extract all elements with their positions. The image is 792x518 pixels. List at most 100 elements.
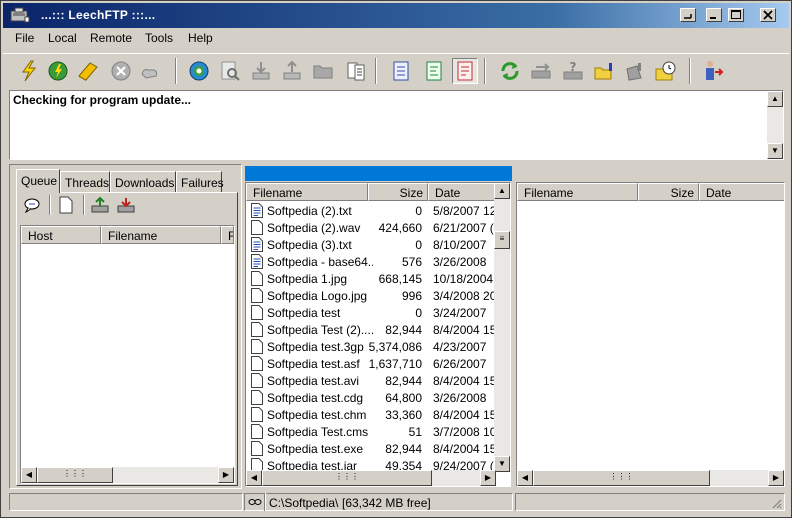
column-header-f[interactable]: F [221, 226, 234, 244]
file-row[interactable]: Softpedia Test.cms 51 3/7/2008 10 [246, 423, 496, 440]
exit-button[interactable] [700, 58, 726, 84]
scroll-thumb[interactable]: ≡ [494, 231, 510, 249]
scroll-up-arrow[interactable]: ▲ [494, 183, 510, 199]
tab-downloads[interactable]: Downloads [110, 171, 176, 193]
binary-mode-button[interactable] [388, 58, 414, 84]
scroll-left-arrow[interactable]: ◀ [21, 467, 37, 483]
scroll-down-arrow[interactable]: ▼ [767, 143, 783, 159]
scroll-down-arrow[interactable]: ▼ [494, 456, 510, 472]
scroll-right-arrow[interactable]: ▶ [480, 470, 496, 486]
log-panel[interactable]: Checking for program update... ▲ ▼ [9, 90, 784, 160]
transfer-button[interactable] [529, 58, 555, 84]
file-row[interactable]: Softpedia (3).txt 0 8/10/2007 [246, 236, 496, 253]
refresh-button[interactable] [186, 58, 212, 84]
remote-file-list[interactable]: Filename Size Date ◀ ⋮⋮⋮ ▶ [516, 182, 785, 487]
file-size: 0 [415, 238, 422, 252]
file-icon [251, 356, 263, 371]
tab-threads[interactable]: Threads [60, 171, 110, 193]
help-context-button[interactable] [680, 8, 696, 22]
sync-button[interactable] [497, 58, 523, 84]
log-scrollbar[interactable]: ▲ ▼ [767, 91, 783, 159]
file-row[interactable]: Softpedia test.asf 1,637,710 6/26/2007 [246, 355, 496, 372]
file-row[interactable]: Softpedia 1.jpg 668,145 10/18/2004 [246, 270, 496, 287]
file-row[interactable]: Softpedia - base64... 576 3/26/2008 [246, 253, 496, 270]
scroll-up-arrow[interactable]: ▲ [767, 91, 783, 107]
file-row[interactable]: Softpedia test.chm 33,360 8/4/2004 15 [246, 406, 496, 423]
minimize-button[interactable] [706, 8, 722, 22]
menu-file[interactable]: File [15, 31, 34, 45]
connect-button[interactable] [16, 58, 42, 84]
file-row[interactable]: Softpedia Logo.jpg 996 3/4/2008 20 [246, 287, 496, 304]
resize-grip-icon[interactable] [770, 497, 782, 509]
column-header-filename[interactable]: Filename [246, 183, 368, 201]
menu-remote[interactable]: Remote [90, 31, 132, 45]
bookmarks-button[interactable] [75, 58, 101, 84]
queue-button[interactable]: ? [560, 58, 586, 84]
column-header-filename[interactable]: Filename [517, 183, 638, 201]
menu-help[interactable]: Help [188, 31, 213, 45]
file-row[interactable]: Softpedia (2).wav 424,660 6/21/2007 ( [246, 219, 496, 236]
queue-new-button[interactable] [55, 194, 77, 216]
file-row[interactable]: Softpedia test.avi 82,944 8/4/2004 15 [246, 372, 496, 389]
queue-upload-button[interactable] [89, 194, 111, 216]
upload-button[interactable] [279, 58, 305, 84]
column-header-size[interactable]: Size [368, 183, 428, 201]
remote-folder-button[interactable] [621, 58, 647, 84]
column-header-date[interactable]: Date [699, 183, 784, 201]
exit-person-icon [706, 61, 724, 80]
column-header-host[interactable]: Host [21, 226, 101, 244]
local-folder-button[interactable] [591, 58, 617, 84]
menu-local[interactable]: Local [48, 31, 77, 45]
folder-icon [313, 65, 333, 79]
file-name: Softpedia Logo.jpg [267, 289, 368, 303]
properties-button[interactable] [343, 58, 369, 84]
local-hscrollbar[interactable]: ◀ ⋮⋮⋮ ▶ [246, 470, 496, 486]
scroll-thumb[interactable]: ⋮⋮⋮ [533, 470, 710, 486]
app-icon[interactable] [9, 7, 31, 24]
scroll-right-arrow[interactable]: ▶ [768, 470, 784, 486]
file-size: 64,800 [385, 391, 422, 405]
quick-connect-button[interactable] [45, 58, 71, 84]
maximize-button[interactable] [728, 8, 744, 22]
file-row[interactable]: Softpedia test 0 3/24/2007 [246, 304, 496, 321]
tab-failures[interactable]: Failures [176, 171, 224, 193]
ascii-mode-button[interactable] [421, 58, 447, 84]
schedule-button[interactable] [653, 58, 679, 84]
file-name: Softpedia Test (2).... [267, 323, 373, 337]
file-row[interactable]: Softpedia (2).txt 0 5/8/2007 12 [246, 202, 496, 219]
queue-list[interactable]: Host Filename F ◀ ⋮⋮⋮ ▶ [20, 225, 235, 484]
column-header-filename[interactable]: Filename [101, 226, 221, 244]
scroll-left-arrow[interactable]: ◀ [246, 470, 262, 486]
close-button[interactable] [760, 8, 776, 22]
scroll-left-arrow[interactable]: ◀ [517, 470, 533, 486]
file-row[interactable]: Softpedia test.exe 82,944 8/4/2004 15 [246, 440, 496, 457]
column-header-size[interactable]: Size [638, 183, 699, 201]
toolbar-separator [689, 58, 691, 84]
disconnect-button[interactable] [108, 58, 134, 84]
local-vscrollbar[interactable]: ▲ ≡ ▼ [494, 183, 510, 472]
scroll-right-arrow[interactable]: ▶ [218, 467, 234, 483]
scroll-thumb[interactable]: ⋮⋮⋮ [37, 467, 113, 483]
new-folder-button[interactable] [310, 58, 336, 84]
queue-hscrollbar[interactable]: ◀ ⋮⋮⋮ ▶ [21, 467, 234, 483]
file-row[interactable]: Softpedia Test (2).... 82,944 8/4/2004 15 [246, 321, 496, 338]
auto-mode-button[interactable] [452, 58, 478, 84]
file-name: Softpedia 1.jpg [267, 272, 348, 286]
tab-queue[interactable]: Queue [16, 169, 60, 193]
menu-tools[interactable]: Tools [145, 31, 173, 45]
queue-chat-button[interactable] [21, 194, 43, 216]
download-button[interactable] [248, 58, 274, 84]
title-bar[interactable]: ...::: LeechFTP :::... [3, 3, 789, 28]
file-date: 4/23/2007 [433, 340, 487, 354]
queue-clear-button[interactable] [115, 194, 137, 216]
column-header-date[interactable]: Date [428, 183, 496, 201]
file-row[interactable]: Softpedia test.cdg 64,800 3/26/2008 [246, 389, 496, 406]
local-file-list[interactable]: Filename Size Date Softpedia (2).txt 0 5/8… [245, 182, 511, 487]
remote-hscrollbar[interactable]: ◀ ⋮⋮⋮ ▶ [517, 470, 784, 486]
file-row[interactable]: Softpedia test.3gp 5,374,086 4/23/2007 [246, 338, 496, 355]
text-file-icon [251, 254, 263, 269]
scroll-thumb[interactable]: ⋮⋮⋮ [262, 470, 432, 486]
view-button[interactable] [217, 58, 243, 84]
file-name: Softpedia test.exe [267, 442, 364, 456]
abort-button[interactable] [137, 58, 163, 84]
